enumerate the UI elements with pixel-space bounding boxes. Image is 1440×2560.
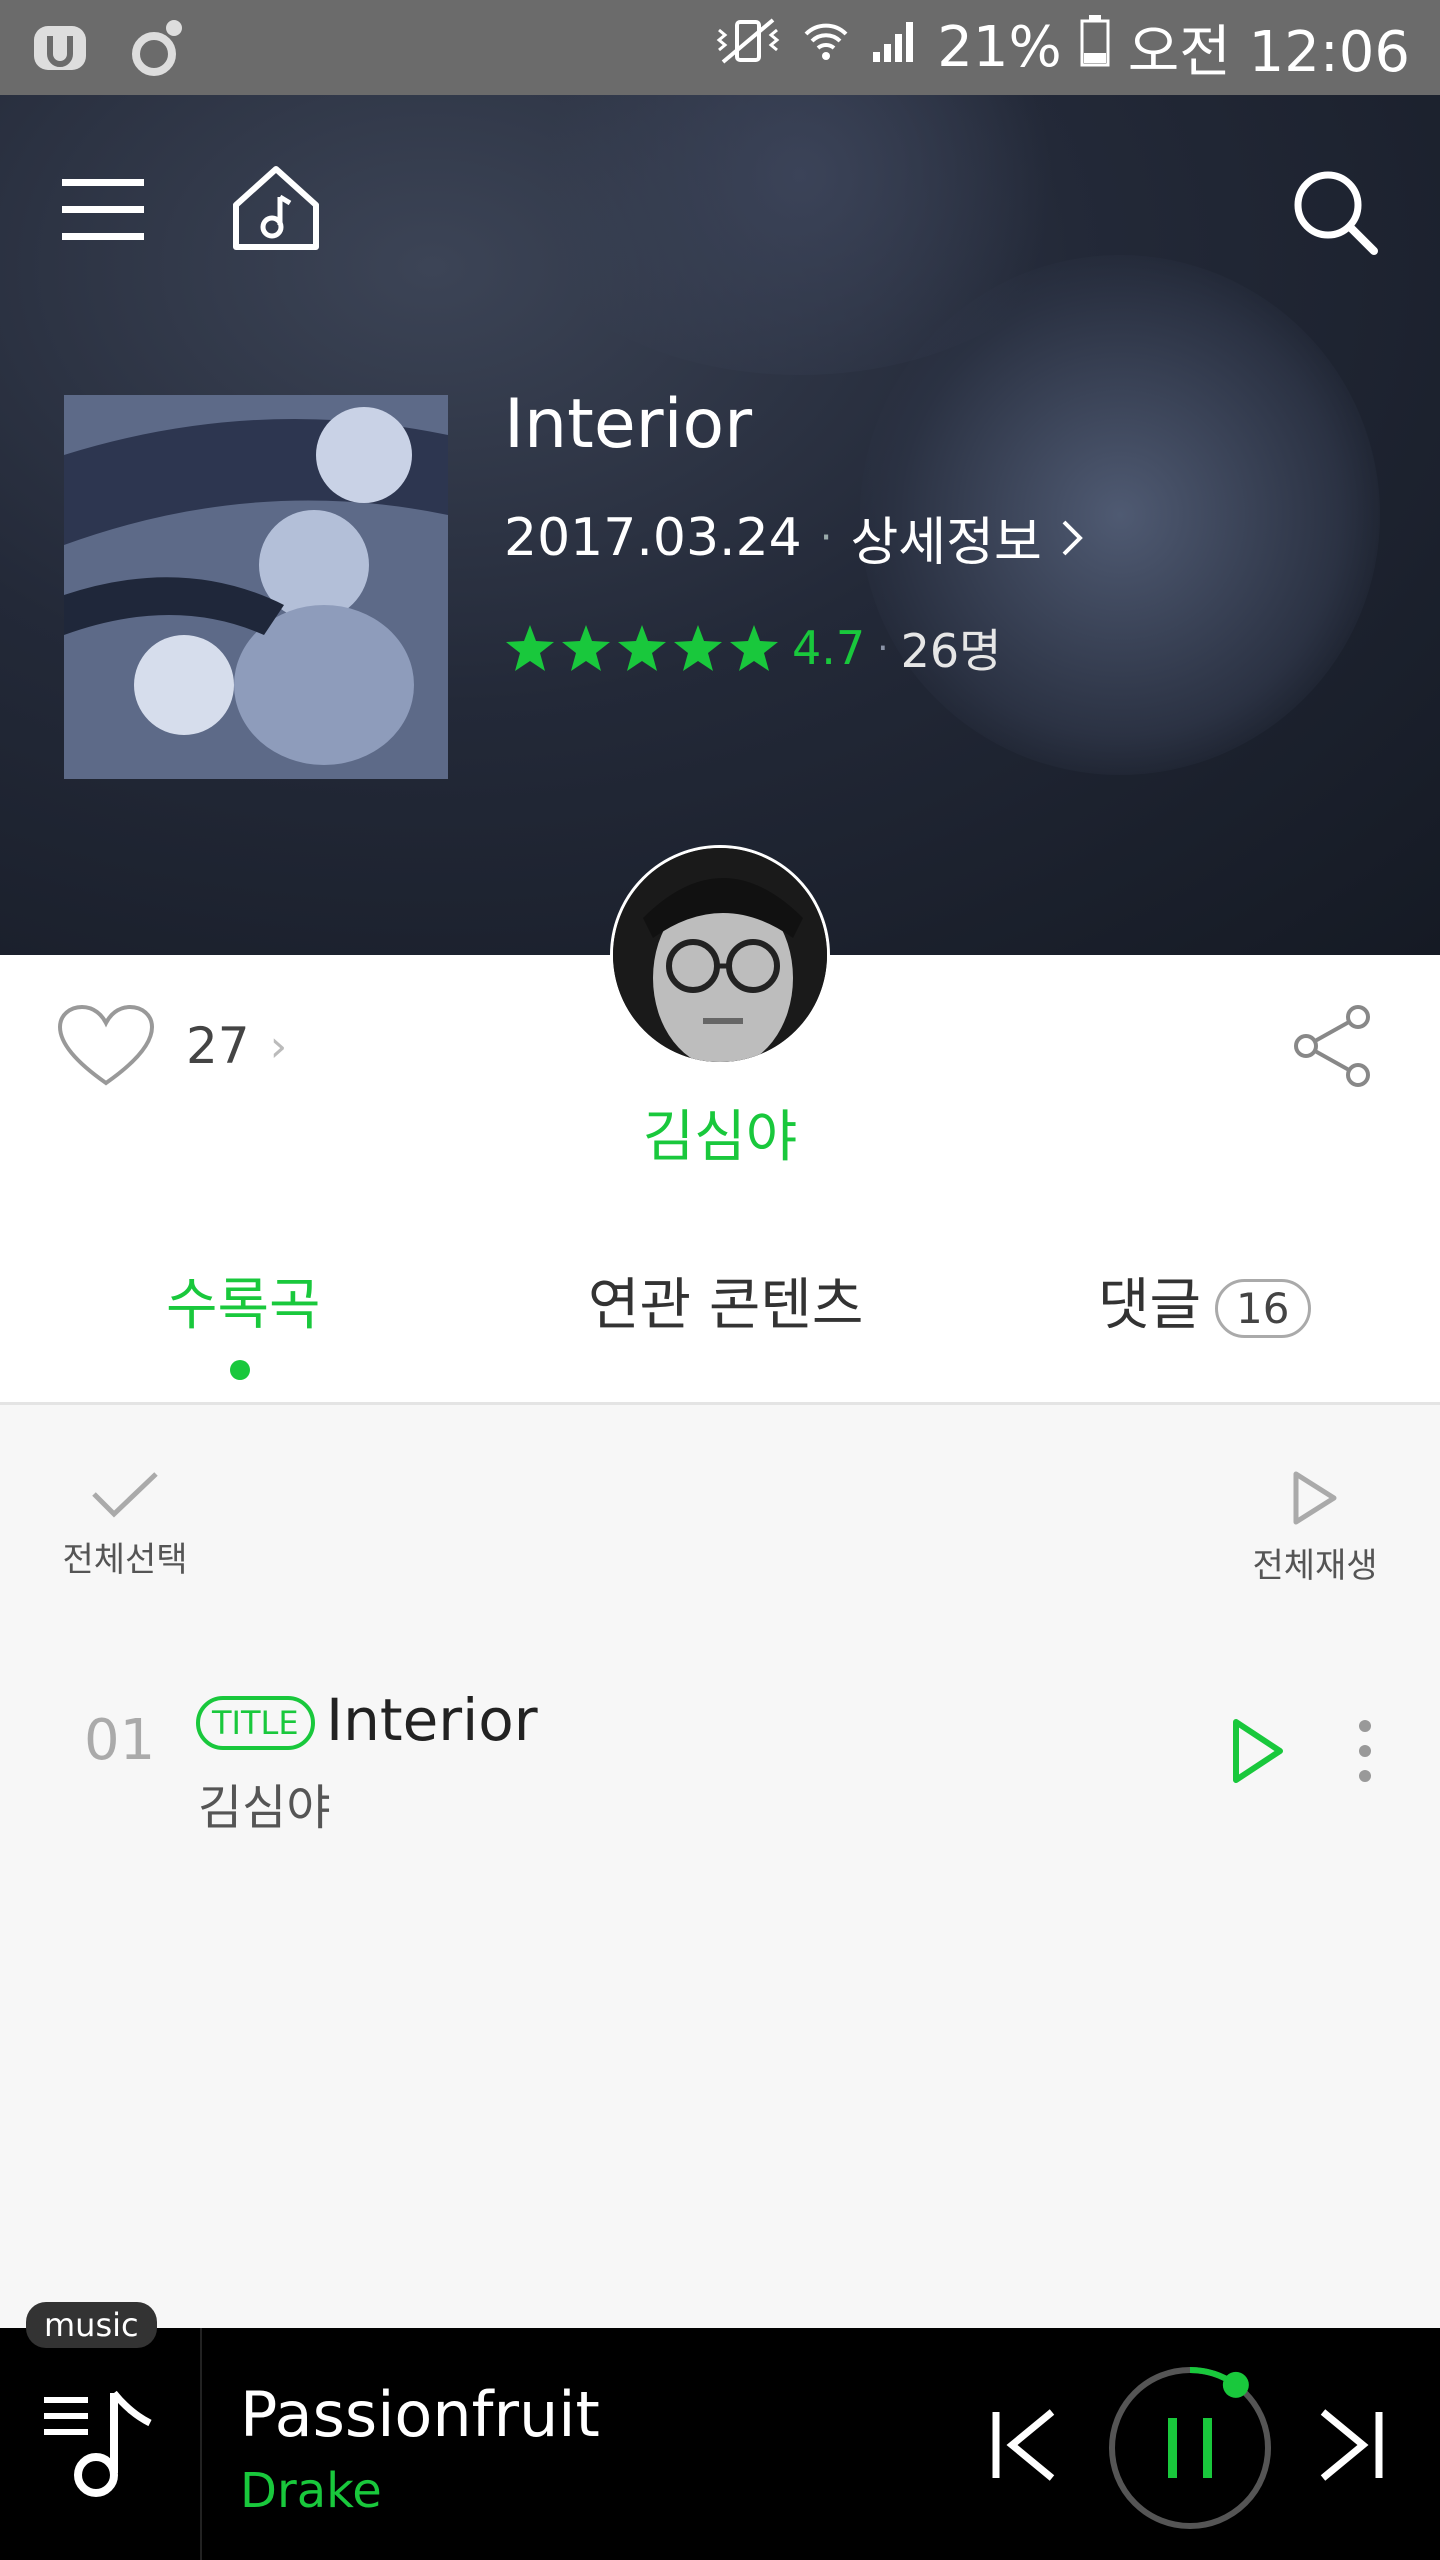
play-all-button[interactable]: 전체재생 (1250, 1470, 1380, 1587)
previous-button[interactable] (990, 2408, 1060, 2486)
battery-percent: 21% (937, 15, 1062, 80)
track-list: 전체선택 전체재생 01 TITLE Interior 김심야 (0, 1408, 1440, 2328)
play-progress-ring (1109, 2367, 1271, 2529)
rating-stars (504, 623, 780, 673)
battery-icon (1080, 14, 1110, 81)
album-cover-art (64, 395, 448, 779)
star-icon (730, 625, 778, 671)
artist-avatar[interactable] (610, 845, 830, 1065)
clock: 오전 12:06 (1127, 20, 1410, 85)
select-all-button[interactable]: 전체선택 (60, 1470, 190, 1581)
now-playing-title[interactable]: Passionfruit (240, 2378, 600, 2451)
album-meta: 2017.03.24 · 상세정보 (504, 500, 1084, 575)
star-icon (506, 625, 554, 671)
rating-count: 26명 (900, 624, 1002, 678)
chevron-right-icon (1062, 520, 1083, 555)
play-icon (1233, 1719, 1283, 1783)
tab-comments[interactable]: 댓글 16 (1098, 1260, 1311, 1341)
chevron-right-icon: › (269, 1020, 288, 1072)
u-plus-icon (30, 18, 90, 82)
release-date: 2017.03.24 (504, 507, 802, 568)
hamburger-icon (62, 179, 144, 240)
comment-count-badge: 16 (1215, 1279, 1311, 1339)
album-cover[interactable] (64, 395, 448, 779)
heart-icon (57, 1004, 155, 1086)
track-play-button[interactable] (1230, 1718, 1286, 1788)
menu-button[interactable] (62, 175, 144, 249)
now-playing-artist[interactable]: Drake (240, 2463, 382, 2519)
status-bar: 21% 오전 12:06 (0, 0, 1440, 95)
playlist-button[interactable] (40, 2383, 160, 2507)
play-outline-icon (1293, 1471, 1337, 1525)
tab-tracks[interactable]: 수록곡 (166, 1260, 321, 1341)
mini-player: Passionfruit Drake (0, 2328, 1440, 2560)
active-tab-indicator (230, 1360, 250, 1380)
tab-related[interactable]: 연관 콘텐츠 (588, 1260, 863, 1341)
wifi-icon (801, 15, 851, 80)
star-icon (562, 625, 610, 671)
star-icon (618, 625, 666, 671)
content-tabs: 수록곡 연관 콘텐츠 댓글 16 (0, 1230, 1440, 1405)
more-vertical-icon (1359, 1720, 1371, 1782)
select-all-label: 전체선택 (62, 1540, 188, 1580)
album-header: Interior 2017.03.24 · 상세정보 4.7 · 26명 (0, 95, 1440, 955)
like-button[interactable]: 27 › (56, 1003, 287, 1089)
pause-icon (1168, 2418, 1212, 2478)
play-all-label: 전체재생 (1252, 1546, 1378, 1586)
track-row[interactable]: 01 TITLE Interior 김심야 (0, 1658, 1440, 1838)
tab-comments-label: 댓글 (1098, 1273, 1202, 1338)
detail-link[interactable]: 상세정보 (850, 500, 1041, 575)
music-home-icon (233, 166, 319, 250)
track-number: 01 (84, 1708, 156, 1773)
skip-next-icon (1320, 2409, 1383, 2481)
like-count: 27 (186, 1017, 250, 1075)
next-button[interactable] (1315, 2408, 1385, 2486)
album-title: Interior (504, 385, 753, 464)
star-icon (674, 625, 722, 671)
skip-previous-icon (992, 2409, 1055, 2481)
share-icon (1294, 1005, 1370, 1087)
music-app-icon (130, 18, 186, 82)
pause-button[interactable] (1100, 2358, 1280, 2542)
music-tag: music (26, 2302, 157, 2348)
signal-icon (869, 15, 919, 80)
share-button[interactable] (1290, 1003, 1376, 1093)
rating-value: 4.7 (792, 621, 866, 675)
title-track-badge: TITLE (196, 1696, 315, 1750)
player-divider (200, 2328, 202, 2560)
track-title: Interior (326, 1686, 538, 1754)
track-artist: 김심야 (198, 1780, 331, 1836)
artist-name[interactable]: 김심야 (0, 1092, 1440, 1173)
rating[interactable]: 4.7 · 26명 (504, 615, 1001, 681)
playlist-note-icon (44, 2390, 152, 2497)
artist-photo (613, 848, 827, 1062)
track-more-button[interactable] (1350, 1718, 1380, 1788)
separator-dot: · (819, 514, 833, 561)
home-button[interactable] (228, 163, 324, 257)
vibrate-mute-icon (713, 15, 783, 80)
search-button[interactable] (1290, 167, 1380, 261)
check-icon (92, 1472, 158, 1518)
separator-dot: · (877, 627, 889, 669)
search-icon (1294, 171, 1378, 255)
